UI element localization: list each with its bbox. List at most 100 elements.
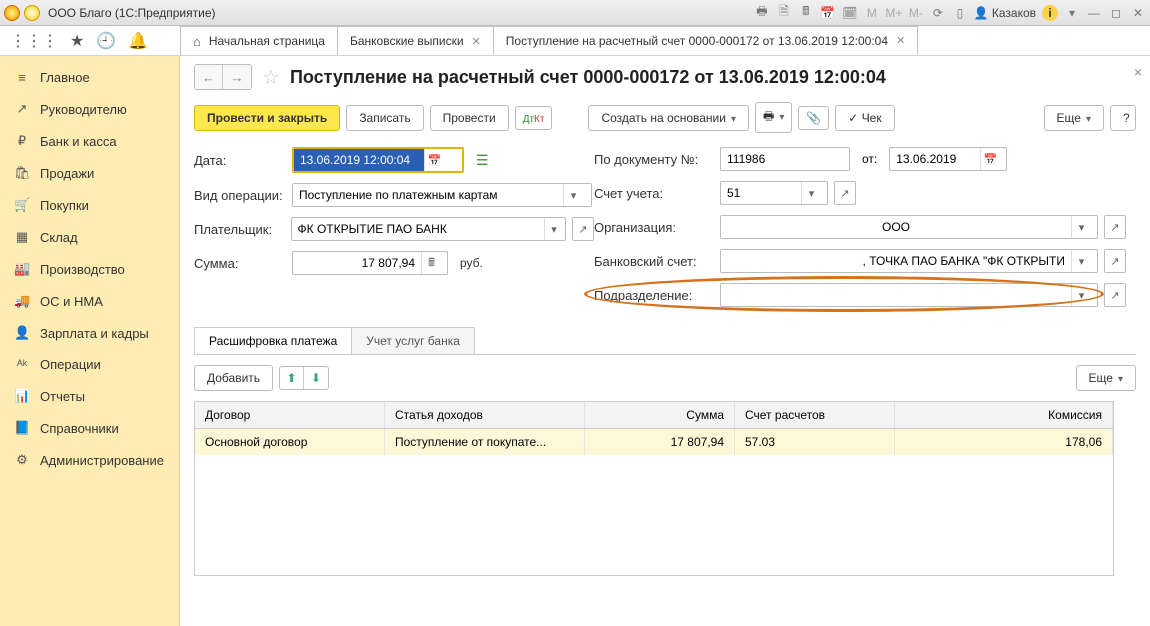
calc-icon[interactable]: 🖩 <box>798 5 814 21</box>
open-ref-icon[interactable]: ↗ <box>835 182 855 204</box>
open-ref-icon[interactable]: ↗ <box>1105 284 1125 306</box>
sidebar-item-manager[interactable]: ↗Руководителю <box>0 93 179 125</box>
post-and-close-button[interactable]: Провести и закрыть <box>194 105 340 131</box>
star-icon[interactable]: ☆ <box>262 65 280 90</box>
print-dropdown-button[interactable]: 🖶 <box>755 102 792 133</box>
tab-close-icon[interactable]: ✕ <box>472 35 481 48</box>
tab-home[interactable]: ⌂ Начальная страница <box>180 26 338 55</box>
maximize-icon[interactable]: ◻ <box>1108 5 1124 21</box>
cart-icon: 🛒 <box>14 197 30 213</box>
post-button[interactable]: Провести <box>430 105 509 131</box>
subtab-payment-details[interactable]: Расшифровка платежа <box>194 327 352 354</box>
move-up-button[interactable]: ⬆ <box>280 367 304 389</box>
cheque-button[interactable]: ✓ Чек <box>835 105 894 131</box>
page-close-icon[interactable]: × <box>1134 64 1142 80</box>
truck-icon: 🚚 <box>14 293 30 309</box>
current-user[interactable]: 👤 Казаков <box>974 6 1036 20</box>
dropdown-icon[interactable]: ▾ <box>544 218 564 240</box>
sidebar-item-production[interactable]: 🏭Производство <box>0 253 179 285</box>
help-button[interactable]: ? <box>1110 105 1136 131</box>
history-icon[interactable]: 🕘 <box>96 31 116 51</box>
sidebar-item-operations[interactable]: ᴬᵏОперации <box>0 349 179 380</box>
dropdown-icon[interactable]: ▾ <box>1071 284 1091 306</box>
subtab-bank-services[interactable]: Учет услуг банка <box>351 327 475 354</box>
dropdown-icon[interactable]: ▾ <box>801 182 821 204</box>
calendar-picker-icon[interactable]: 📅 <box>980 148 1000 170</box>
from-date-input[interactable] <box>890 148 980 170</box>
refresh-icon[interactable]: ⟳ <box>930 5 946 21</box>
bag-icon: 🛍 <box>14 165 30 181</box>
info-dropdown-icon[interactable]: ▾ <box>1064 5 1080 21</box>
calendar-icon[interactable]: 📅 <box>820 5 836 21</box>
sidebar-item-reports[interactable]: 📊Отчеты <box>0 380 179 412</box>
calendar-picker-icon[interactable]: 📅 <box>424 149 444 171</box>
m-icon[interactable]: M <box>864 5 880 21</box>
notifications-icon[interactable]: 🔔 <box>128 31 148 51</box>
org-input[interactable] <box>721 216 1071 238</box>
print-icon[interactable]: 🖶 <box>754 5 770 21</box>
col-account[interactable]: Счет расчетов <box>735 402 895 428</box>
sidebar-item-main[interactable]: ≡Главное <box>0 62 179 93</box>
person-icon: 👤 <box>14 325 30 341</box>
table-more-button[interactable]: Еще <box>1076 365 1136 391</box>
sum-label: Сумма: <box>194 256 286 271</box>
bank-acc-input[interactable] <box>721 250 1071 272</box>
col-sum[interactable]: Сумма <box>585 402 735 428</box>
sidebar-item-catalogs[interactable]: 📘Справочники <box>0 412 179 444</box>
sidebar-item-assets[interactable]: 🚚ОС и НМА <box>0 285 179 317</box>
menu-icon: ≡ <box>14 70 30 85</box>
payer-input[interactable] <box>292 218 544 240</box>
open-ref-icon[interactable]: ↗ <box>1105 216 1125 238</box>
dropdown-icon[interactable] <box>24 5 40 21</box>
sidebar-item-sales[interactable]: 🛍Продажи <box>0 157 179 189</box>
table-empty-area[interactable] <box>195 455 1113 575</box>
sum-input[interactable] <box>293 252 421 274</box>
nav-forward-button[interactable]: → <box>223 65 251 89</box>
apps-icon[interactable]: ⋮⋮⋮ <box>10 31 58 51</box>
sidebar-item-admin[interactable]: ⚙Администрирование <box>0 444 179 476</box>
dropdown-icon[interactable]: ▾ <box>1071 250 1091 272</box>
col-commission[interactable]: Комиссия <box>895 402 1113 428</box>
table-row[interactable]: Основной договор Поступление от покупате… <box>195 429 1113 455</box>
division-input[interactable] <box>721 284 1071 306</box>
document-icon[interactable]: 🗎 <box>776 5 792 21</box>
panel-icon[interactable]: ▯ <box>952 5 968 21</box>
info-icon[interactable]: i <box>1042 5 1058 21</box>
op-type-input[interactable] <box>293 184 563 206</box>
sidebar-item-hr[interactable]: 👤Зарплата и кадры <box>0 317 179 349</box>
calendar2-icon[interactable]: 🗓 <box>842 5 858 21</box>
col-income-item[interactable]: Статья доходов <box>385 402 585 428</box>
date-input[interactable] <box>294 149 424 171</box>
create-based-on-button[interactable]: Создать на основании <box>588 105 749 131</box>
more-button[interactable]: Еще <box>1044 105 1104 131</box>
move-down-button[interactable]: ⬇ <box>304 367 328 389</box>
save-button[interactable]: Записать <box>346 105 423 131</box>
dropdown-icon[interactable]: ▾ <box>563 184 583 206</box>
dtkt-button[interactable]: ДтКт <box>515 106 553 130</box>
favorite-icon[interactable]: ★ <box>70 31 84 51</box>
tab-close-icon[interactable]: ✕ <box>896 34 905 47</box>
tab-document[interactable]: Поступление на расчетный счет 0000-00017… <box>493 26 918 55</box>
tab-bank-statements[interactable]: Банковские выписки ✕ <box>337 26 494 55</box>
account-input[interactable] <box>721 182 801 204</box>
factory-icon: 🏭 <box>14 261 30 277</box>
m-plus-icon[interactable]: M+ <box>886 5 902 21</box>
sidebar-item-purchases[interactable]: 🛒Покупки <box>0 189 179 221</box>
top-toolbar: ⋮⋮⋮ ★ 🕘 🔔 ⌂ Начальная страница Банковски… <box>0 26 1150 56</box>
docnum-input[interactable] <box>721 148 841 170</box>
nav-back-button[interactable]: ← <box>195 65 223 89</box>
date-label: Дата: <box>194 153 286 168</box>
close-icon[interactable]: ✕ <box>1130 5 1146 21</box>
sidebar-item-bank[interactable]: ₽Банк и касса <box>0 125 179 157</box>
open-ref-icon[interactable]: ↗ <box>573 218 593 240</box>
minimize-icon[interactable]: — <box>1086 5 1102 21</box>
col-contract[interactable]: Договор <box>195 402 385 428</box>
attach-button[interactable]: 📎 <box>798 106 829 130</box>
open-ref-icon[interactable]: ↗ <box>1105 250 1125 272</box>
status-ok-icon[interactable]: ☰ <box>476 152 489 169</box>
calculator-icon[interactable]: 🖩 <box>421 252 441 274</box>
sidebar-item-warehouse[interactable]: ▦Склад <box>0 221 179 253</box>
add-row-button[interactable]: Добавить <box>194 365 273 391</box>
dropdown-icon[interactable]: ▾ <box>1071 216 1091 238</box>
m-minus-icon[interactable]: M- <box>908 5 924 21</box>
